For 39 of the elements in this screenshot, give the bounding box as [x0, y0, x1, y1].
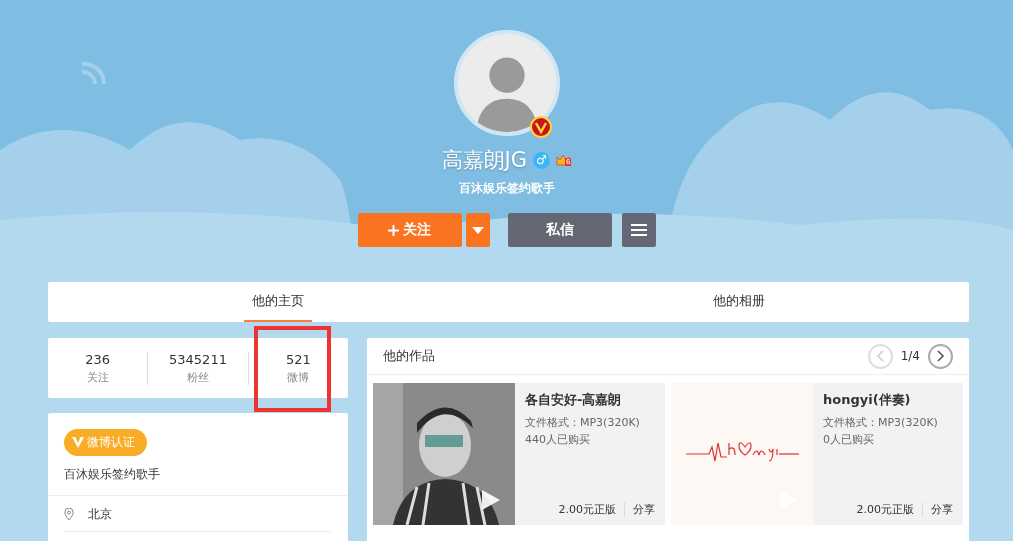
profile-tab[interactable]: 他的相册	[704, 282, 773, 322]
chevron-right-icon	[936, 350, 945, 362]
work-title: 各自安好-高嘉朗	[525, 391, 623, 409]
message-button[interactable]: 私信	[507, 213, 612, 247]
verification-text: 百沐娱乐签约歌手	[64, 466, 161, 483]
price-link[interactable]: 2.00元正版	[558, 502, 616, 517]
profile-bio: 百沐娱乐签约歌手	[458, 180, 555, 197]
price-link[interactable]: 2.00元正版	[856, 502, 914, 517]
buyer-count: 0人已购买	[823, 432, 875, 447]
verification-badge: 微博认证	[64, 429, 147, 456]
play-icon[interactable]	[481, 489, 501, 511]
menu-button[interactable]	[621, 213, 656, 247]
signal-icon	[80, 61, 106, 86]
stat-value[interactable]: 5345211	[169, 351, 227, 367]
profile-tab[interactable]: 他的主页	[244, 282, 313, 322]
file-format: 文件格式：MP3(320K)	[525, 415, 641, 430]
plus-icon	[388, 224, 399, 236]
share-link[interactable]: 分享	[624, 502, 655, 517]
stat-value[interactable]: 521	[285, 351, 311, 367]
works-title: 他的作品	[383, 347, 436, 365]
file-format: 文件格式：MP3(320K)	[823, 415, 939, 430]
dropdown-button[interactable]	[465, 213, 490, 247]
share-link[interactable]: 分享	[922, 502, 953, 517]
stat-label[interactable]: 关注	[86, 369, 109, 385]
work-title: hongyi(伴奏)	[823, 391, 912, 409]
buyer-count: 440人已购买	[525, 432, 591, 447]
chevron-left-icon	[876, 350, 885, 362]
location-icon	[64, 508, 74, 521]
caret-icon	[471, 226, 484, 234]
location-text: 北京	[88, 506, 112, 523]
profile-name: 高嘉朗JG	[441, 147, 527, 174]
menu-icon	[630, 224, 647, 236]
stat-label[interactable]: 微博	[287, 369, 310, 385]
next-button[interactable]	[928, 343, 953, 369]
work-info-panel[interactable]: hongyi(伴奏) 文件格式：MP3(320K) 0人已购买 2.00元正版 分享	[813, 383, 963, 525]
stat-label[interactable]: 粉丝	[187, 369, 209, 385]
page-indicator: 1/4	[900, 349, 920, 363]
stat-value[interactable]: 236	[85, 351, 111, 367]
work-info-panel[interactable]: 各自安好-高嘉朗 文件格式：MP3(320K) 440人已购买 2.00元正版 分享	[515, 383, 665, 525]
